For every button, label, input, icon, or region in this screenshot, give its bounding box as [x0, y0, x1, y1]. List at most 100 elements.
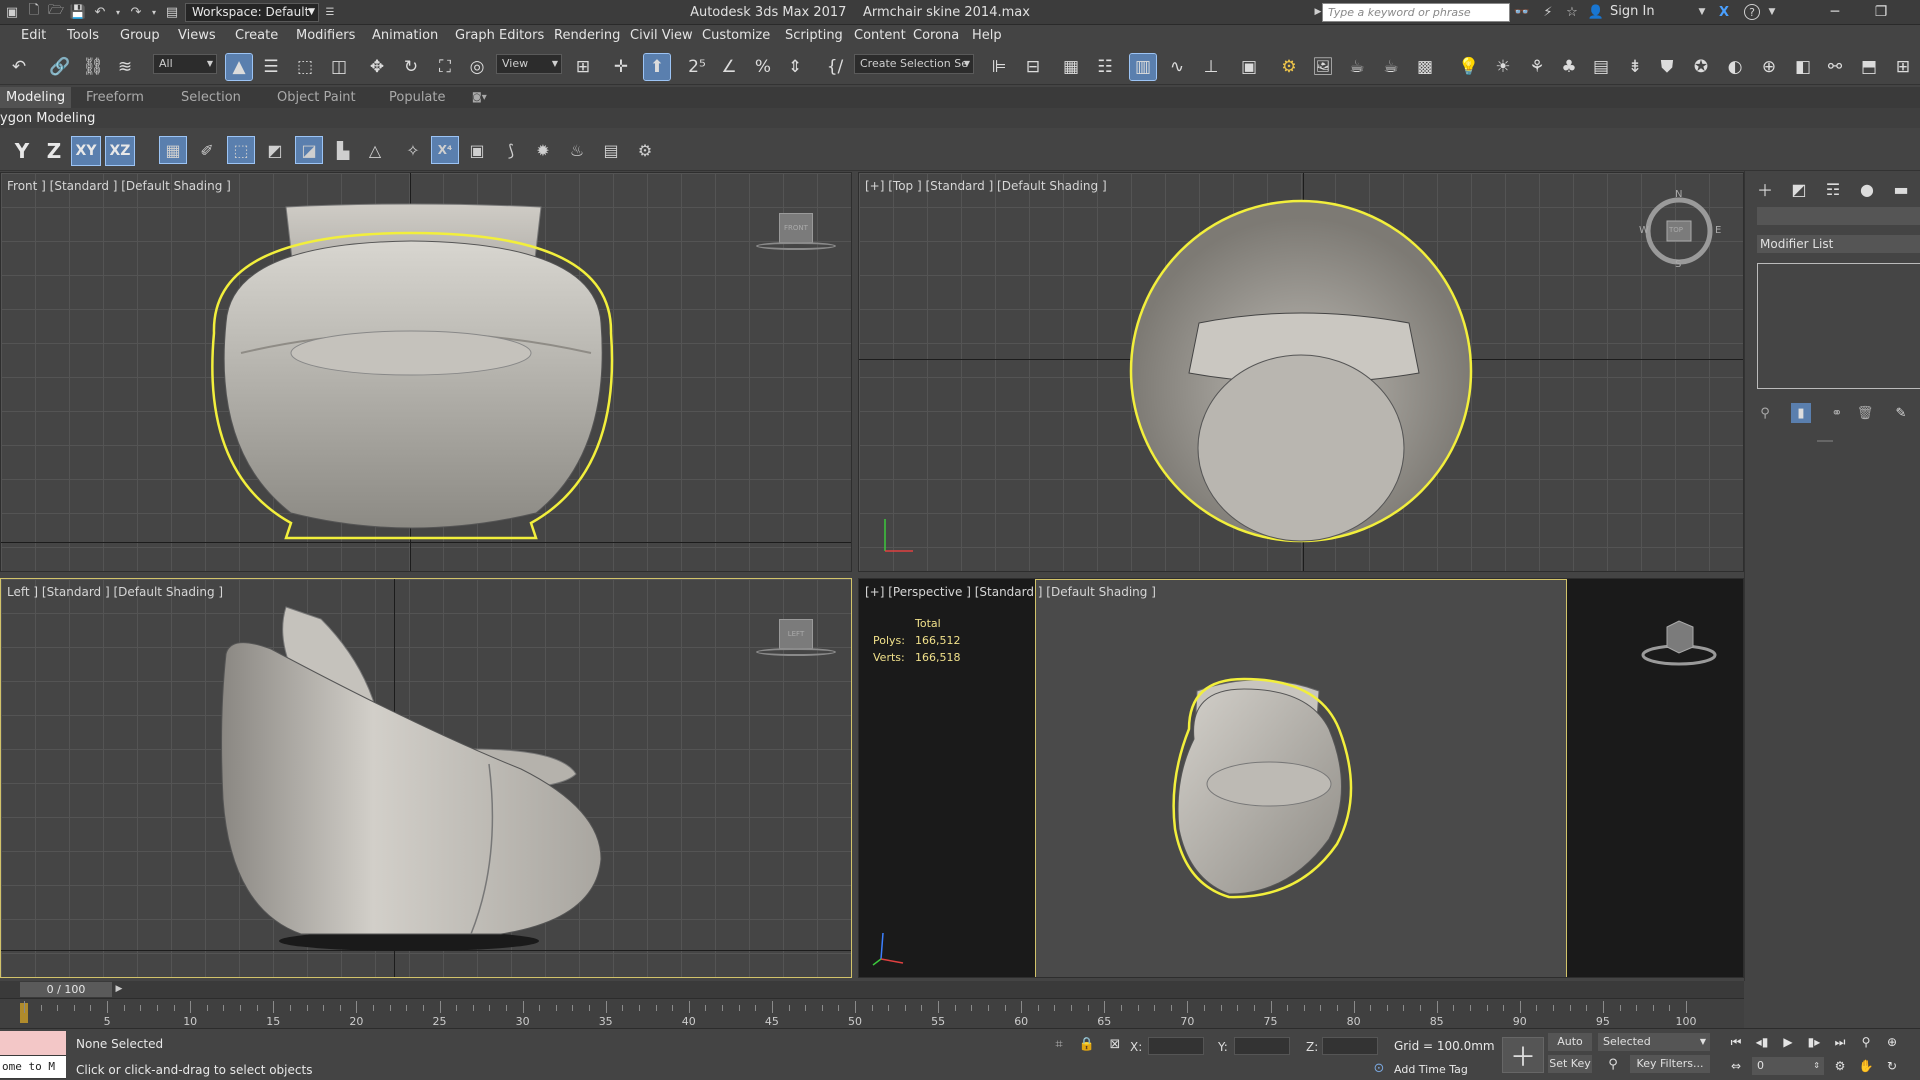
object-name-field[interactable]: [1757, 207, 1920, 225]
snap-bbox-icon[interactable]: ⬚: [227, 136, 255, 164]
motion-tab-icon[interactable]: ●: [1855, 177, 1879, 201]
key-mode-dropdown[interactable]: Selected ▼: [1598, 1033, 1710, 1051]
create-tab-icon[interactable]: ＋: [1753, 177, 1777, 201]
set-key-button[interactable]: Set Key: [1548, 1055, 1592, 1073]
corona-distance-icon[interactable]: ⚯: [1822, 54, 1848, 80]
render-production-icon[interactable]: ☕: [1344, 54, 1370, 80]
corona-light-icon[interactable]: 💡: [1456, 54, 1482, 80]
time-tag-icon[interactable]: ⊙: [1370, 1059, 1388, 1077]
menu-customize[interactable]: Customize: [702, 28, 770, 43]
menu-graph-editors[interactable]: Graph Editors: [455, 28, 544, 43]
keyboard-shortcut-override-icon[interactable]: ⬆: [643, 53, 671, 81]
modify-tab-icon[interactable]: ◩: [1787, 177, 1811, 201]
snap-center-face-icon[interactable]: ✹: [530, 137, 556, 163]
corona-proxy-icon[interactable]: ⚘: [1524, 54, 1550, 80]
layer-explorer-icon[interactable]: ☷: [1092, 54, 1118, 80]
spinner-snap-icon[interactable]: ⇕: [782, 54, 808, 80]
next-frame-arrow-icon[interactable]: ▶: [112, 982, 126, 997]
isolate-selection-icon[interactable]: ⌗: [1050, 1035, 1068, 1053]
snap-face-icon[interactable]: ◪: [295, 136, 323, 164]
menu-edit[interactable]: Edit: [21, 28, 46, 43]
corona-settings-icon[interactable]: ⊞: [1890, 54, 1916, 80]
select-object-icon[interactable]: ▲: [225, 53, 253, 81]
previous-frame-icon[interactable]: ◂▮: [1752, 1033, 1772, 1051]
link-icon[interactable]: 🔗: [47, 54, 73, 80]
undo-dropdown-icon[interactable]: ▾: [110, 4, 126, 20]
app-icon[interactable]: ▣: [4, 4, 20, 20]
go-to-start-icon[interactable]: ⏮: [1726, 1033, 1746, 1051]
zoom-icon[interactable]: ⚲: [1856, 1033, 1876, 1051]
project-folder-icon[interactable]: ▤: [164, 4, 180, 20]
menu-views[interactable]: Views: [178, 28, 216, 43]
place-icon[interactable]: ◎: [464, 54, 490, 80]
pan-icon[interactable]: ✋: [1856, 1057, 1876, 1075]
tab-populate[interactable]: Populate: [389, 87, 446, 108]
snap-vertex-icon[interactable]: ✐: [194, 137, 220, 163]
maxscript-input[interactable]: ome to M: [0, 1056, 66, 1078]
axis-xy-button[interactable]: XY: [71, 136, 101, 166]
favorites-star-icon[interactable]: ☆: [1564, 4, 1580, 20]
subscription-icon[interactable]: ⚡: [1540, 4, 1556, 20]
menu-tools[interactable]: Tools: [67, 28, 99, 43]
selection-filter-dropdown[interactable]: All ▼: [153, 54, 217, 74]
panel-divider[interactable]: [1817, 440, 1833, 442]
reference-coordinate-dropdown[interactable]: View ▼: [496, 54, 562, 74]
menu-corona[interactable]: Corona: [913, 28, 959, 43]
orbit-icon[interactable]: ↻: [1882, 1057, 1902, 1075]
help-icon[interactable]: ?: [1744, 4, 1760, 20]
user-icon[interactable]: 👤: [1588, 4, 1604, 20]
menu-civil-view[interactable]: Civil View: [630, 28, 693, 43]
modifier-stack[interactable]: [1757, 263, 1920, 389]
scene-explorer-icon[interactable]: ▦: [1058, 54, 1084, 80]
display-tab-icon[interactable]: ▬: [1889, 177, 1913, 201]
align-icon[interactable]: ⊟: [1020, 54, 1046, 80]
go-to-end-icon[interactable]: ⏭: [1830, 1033, 1850, 1051]
move-icon[interactable]: ✥: [364, 54, 390, 80]
snap-pivot-icon[interactable]: ▙: [330, 137, 356, 163]
key-filter-icon[interactable]: ⚲: [1604, 1055, 1622, 1073]
next-frame-icon[interactable]: ▮▸: [1804, 1033, 1824, 1051]
window-crossing-icon[interactable]: ◫: [326, 54, 352, 80]
corona-decal-icon[interactable]: ◧: [1790, 54, 1816, 80]
render-setup-icon[interactable]: ⚙: [1276, 54, 1302, 80]
rendered-frame-window-icon[interactable]: 🖼: [1310, 54, 1336, 80]
tab-selection[interactable]: Selection: [181, 87, 241, 108]
show-end-result-icon[interactable]: ▮: [1791, 403, 1811, 423]
open-file-icon[interactable]: 🗁: [48, 3, 64, 20]
edit-named-selection-icon[interactable]: {/: [822, 54, 848, 80]
auto-key-button[interactable]: Auto Key: [1548, 1033, 1592, 1066]
select-by-name-icon[interactable]: ☰: [258, 54, 284, 80]
snap-perpendicular-icon[interactable]: ▣: [464, 137, 490, 163]
schematic-view-icon[interactable]: ⊥: [1198, 54, 1224, 80]
menu-modifiers[interactable]: Modifiers: [296, 28, 355, 43]
sign-in-button[interactable]: Sign In: [1610, 4, 1655, 19]
menu-animation[interactable]: Animation: [372, 28, 438, 43]
undo-tool-icon[interactable]: ↶: [6, 54, 32, 80]
menu-create[interactable]: Create: [235, 28, 278, 43]
curve-editor-icon[interactable]: ∿: [1164, 54, 1190, 80]
rotate-icon[interactable]: ↻: [398, 54, 424, 80]
tab-object-paint[interactable]: Object Paint: [277, 87, 356, 108]
save-icon[interactable]: 💾: [70, 4, 86, 20]
angle-snap-icon[interactable]: ∠: [716, 54, 742, 80]
menu-rendering[interactable]: Rendering: [554, 28, 620, 43]
remove-modifier-icon[interactable]: 🗑: [1855, 403, 1875, 423]
tab-freeform[interactable]: Freeform: [86, 87, 144, 108]
polygon-modeling-label[interactable]: ygon Modeling: [0, 111, 95, 126]
redo-dropdown-icon[interactable]: ▾: [146, 4, 162, 20]
material-editor-icon[interactable]: ▣: [1236, 54, 1262, 80]
scale-icon[interactable]: ⛶: [432, 54, 458, 80]
set-key-plus-button[interactable]: ＋: [1502, 1037, 1544, 1073]
make-unique-icon[interactable]: ⚭: [1827, 403, 1847, 423]
add-time-tag[interactable]: Add Time Tag: [1394, 1063, 1468, 1076]
undo-icon[interactable]: ↶: [92, 4, 108, 20]
axis-y-button[interactable]: Y: [8, 137, 36, 165]
customize-quick-access-icon[interactable]: ☰: [322, 4, 338, 20]
toggle-ribbon-icon[interactable]: ▥: [1129, 53, 1157, 81]
viewport-top[interactable]: [+] [Top ] [Standard ] [Default Shading …: [858, 172, 1744, 572]
unlink-icon[interactable]: ⛓: [80, 54, 106, 80]
key-mode-toggle-icon[interactable]: ⇔: [1726, 1057, 1746, 1075]
tab-modeling[interactable]: Modeling: [0, 87, 72, 108]
play-icon[interactable]: ▶: [1778, 1033, 1798, 1051]
snap-frozen-icon[interactable]: ♨: [564, 137, 590, 163]
